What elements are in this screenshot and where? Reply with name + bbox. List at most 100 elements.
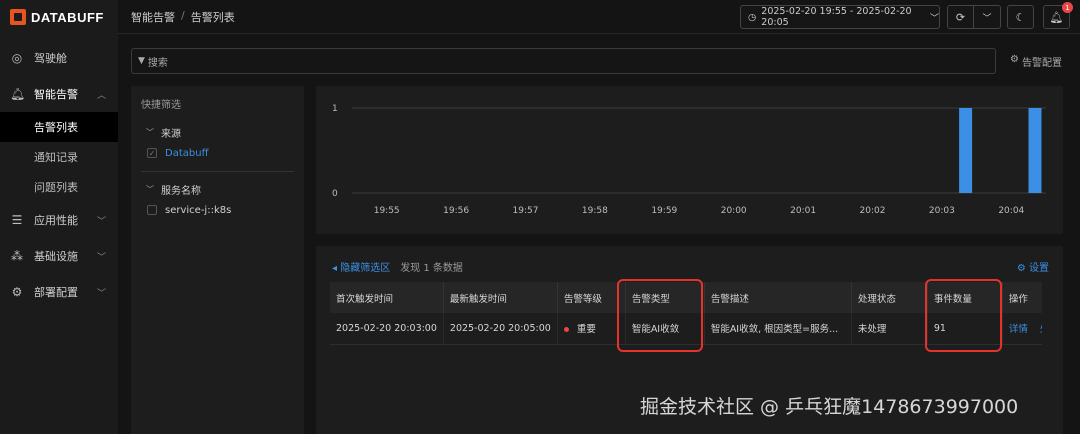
logo[interactable]: DATABUFF: [0, 0, 118, 34]
filter-group-label: 来源: [161, 128, 181, 140]
filter-icon: ▼: [138, 56, 145, 66]
cockpit-icon: ◎: [11, 51, 23, 65]
sidebar-subitem-notification-records[interactable]: 通知记录: [0, 142, 118, 172]
sidebar-item-label: 部署配置: [34, 286, 78, 299]
sidebar-item-label: 应用性能: [34, 214, 78, 227]
chevron-up-icon: ︿: [96, 90, 106, 101]
x-tick-label: 19:56: [443, 206, 469, 216]
refresh-interval-dropdown[interactable]: ﹀: [974, 5, 1001, 29]
quick-filter-panel: 快捷筛选 ﹀ 来源 ✓ Databuff ﹀ 服务名称 service-j::k…: [131, 86, 304, 434]
cell-event-count: 91: [927, 313, 1003, 345]
column-header-latest-time[interactable]: 最新触发时间: [443, 282, 558, 313]
sidebar: DATABUFF ◎ 驾驶舱 🔔︎ 智能告警 ︿ 告警列表 通知记录 问题列表 …: [0, 0, 118, 434]
filter-group-source[interactable]: ﹀ 来源: [141, 123, 294, 141]
x-tick-label: 19:55: [374, 206, 400, 216]
cell-type: 智能AI收敛: [625, 313, 705, 345]
clock-icon: ◷: [748, 11, 757, 23]
x-tick-label: 19:59: [651, 206, 677, 216]
chart-bar: [959, 108, 973, 193]
hide-filters-button[interactable]: ◂ 隐藏筛选区: [332, 259, 390, 274]
alert-trend-chart-panel: 0 1 19:55 19:56 19:57 19:58 19:59 20:00 20:01 20:…: [316, 86, 1063, 234]
checkbox-icon[interactable]: [147, 205, 157, 215]
notification-badge: 1: [1062, 2, 1073, 13]
cell-latest-time: 2025-02-20 20:05:00: [443, 313, 558, 345]
sidebar-item-label: 驾驶舱: [34, 52, 67, 65]
chevron-down-icon: ﹀: [146, 127, 154, 137]
sidebar-item-infrastructure[interactable]: ⁂ 基础设施 ﹀: [0, 238, 118, 274]
breadcrumb-item-current: 告警列表: [190, 10, 235, 24]
column-header-actions: 操作: [1002, 282, 1043, 313]
chevron-down-icon: ﹀: [96, 252, 106, 263]
result-count: 发现 1 条数据: [400, 263, 463, 274]
top-bar: 智能告警 / 告警列表 ◷ 2025-02-20 19:55 - 2025-02…: [118, 0, 1080, 34]
breadcrumb-item[interactable]: 智能告警: [131, 9, 175, 25]
checkbox-checked-icon[interactable]: ✓: [147, 148, 157, 158]
table-row[interactable]: 2025-02-20 20:03:00 2025-02-20 20:05:00 …: [330, 313, 1043, 345]
refresh-icon: ⟳: [955, 10, 966, 24]
sidebar-item-deploy-config[interactable]: ⚙ 部署配置 ﹀: [0, 274, 118, 310]
column-header-level[interactable]: 告警等级: [557, 282, 626, 313]
x-tick-label: 20:04: [998, 206, 1024, 216]
gear-icon: ⚙: [11, 285, 23, 299]
quick-filter-title: 快捷筛选: [141, 100, 181, 111]
infrastructure-icon: ⁂: [11, 249, 23, 263]
severity-dot-icon: [563, 327, 569, 333]
logo-icon: [10, 9, 26, 25]
column-header-event-count[interactable]: 事件数量: [927, 282, 1003, 313]
alert-table: 首次触发时间 最新触发时间 告警等级 告警类型 告警描述 处理状态 事件数量 操…: [330, 282, 1043, 345]
sidebar-item-app-performance[interactable]: ☰ 应用性能 ﹀: [0, 202, 118, 238]
table-header-row: 首次触发时间 最新触发时间 告警等级 告警类型 告警描述 处理状态 事件数量 操…: [330, 282, 1043, 313]
list-settings-button[interactable]: ⚙ 设置: [1017, 259, 1049, 274]
y-tick-label: 0: [332, 189, 338, 199]
filter-group-label: 服务名称: [161, 185, 201, 197]
moon-icon: ☾: [1015, 10, 1026, 24]
x-tick-label: 20:02: [860, 206, 886, 216]
cell-first-time: 2025-02-20 20:03:00: [330, 313, 444, 345]
alert-config-button[interactable]: ⚙ 告警配置: [1010, 54, 1062, 69]
filter-option-label: Databuff: [165, 147, 209, 159]
handle-link[interactable]: 处: [1040, 324, 1042, 335]
column-header-type[interactable]: 告警类型: [625, 282, 705, 313]
details-link[interactable]: 详情: [1009, 324, 1028, 335]
sidebar-item-label: 智能告警: [34, 88, 78, 101]
theme-toggle-button[interactable]: ☾: [1007, 5, 1034, 29]
sidebar-subitem-alert-list[interactable]: 告警列表: [0, 112, 118, 142]
refresh-button[interactable]: ⟳: [947, 5, 974, 29]
breadcrumb: 智能告警 / 告警列表: [131, 9, 235, 25]
divider: [141, 171, 294, 172]
breadcrumb-separator: /: [181, 8, 185, 22]
filter-option-service[interactable]: service-j::k8s: [141, 198, 294, 222]
sidebar-item-label: 基础设施: [34, 250, 78, 263]
chart-bar: [1028, 108, 1042, 193]
bell-icon: 🔔︎: [1049, 10, 1064, 24]
column-header-description[interactable]: 告警描述: [704, 282, 852, 313]
sidebar-item-cockpit[interactable]: ◎ 驾驶舱: [0, 40, 118, 76]
column-header-status[interactable]: 处理状态: [851, 282, 928, 313]
x-tick-label: 20:01: [790, 206, 816, 216]
gear-icon: ⚙: [1010, 54, 1019, 65]
x-tick-label: 19:57: [513, 206, 539, 216]
list-header: ◂ 隐藏筛选区 发现 1 条数据: [332, 259, 463, 274]
y-tick-label: 1: [332, 104, 338, 114]
time-range-text: 2025-02-20 19:55 - 2025-02-20 20:05: [761, 6, 912, 28]
settings-label: 设置: [1029, 263, 1049, 274]
filter-option-databuff[interactable]: ✓ Databuff: [141, 141, 294, 165]
app-performance-icon: ☰: [11, 213, 23, 227]
filter-group-service-name[interactable]: ﹀ 服务名称: [141, 180, 294, 198]
logo-text: DATABUFF: [31, 9, 104, 25]
chevron-down-icon: ﹀: [982, 13, 992, 24]
column-header-first-time[interactable]: 首次触发时间: [330, 282, 444, 313]
alert-config-label: 告警配置: [1021, 58, 1062, 69]
x-tick-label: 19:58: [582, 206, 608, 216]
level-text: 重要: [576, 324, 596, 336]
cell-actions: 详情 处: [1002, 313, 1043, 345]
notification-button[interactable]: 🔔︎ 1: [1043, 2, 1073, 29]
sidebar-item-smart-alert[interactable]: 🔔︎ 智能告警 ︿: [0, 76, 118, 112]
search-input[interactable]: ▼ 搜索: [131, 48, 996, 74]
bell-icon: 🔔︎: [10, 87, 26, 101]
time-range-picker[interactable]: ◷ 2025-02-20 19:55 - 2025-02-20 20:05 ﹀: [740, 5, 940, 29]
filter-option-label: service-j::k8s: [165, 204, 232, 216]
sidebar-subitem-problem-list[interactable]: 问题列表: [0, 172, 118, 202]
alert-trend-chart: 0 1 19:55 19:56 19:57 19:58 19:59 20:00 20:01 20:…: [332, 104, 1046, 216]
cell-description: 智能AI收敛, 根因类型=服务...: [704, 313, 852, 345]
